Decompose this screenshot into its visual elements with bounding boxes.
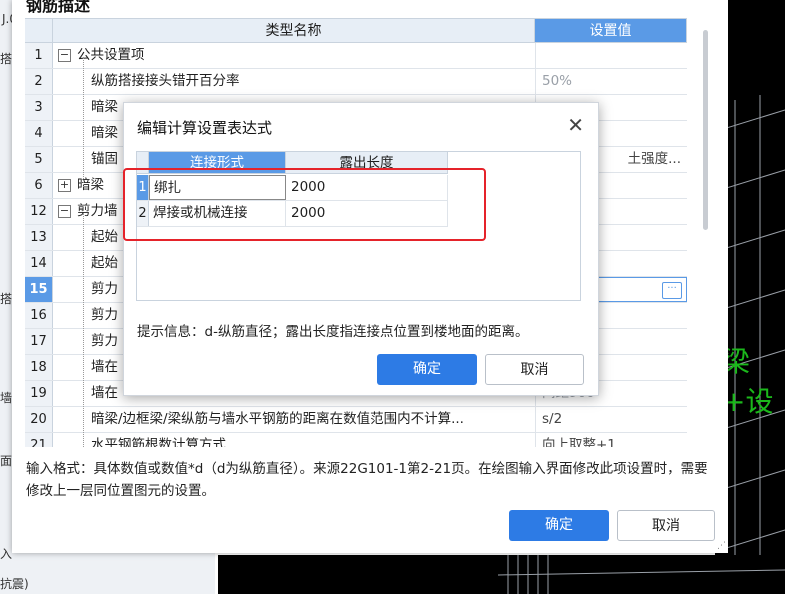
row-number: 12: [25, 199, 53, 224]
collapse-icon[interactable]: −: [58, 205, 71, 218]
input-format-hint: 输入格式：具体数值或数值*d（d为纵筋直径）。来源22G101-1第2-21页。…: [26, 461, 708, 499]
header-type-name: 类型名称: [53, 19, 535, 43]
dialog-cancel-button[interactable]: 取消: [485, 354, 584, 385]
row-number: 6: [25, 173, 53, 198]
resize-grip-icon[interactable]: ⋰: [717, 541, 726, 551]
row-name: 锚固: [91, 151, 118, 167]
row-number: 14: [25, 251, 53, 276]
cad-annotation-text: 梁+设: [722, 345, 774, 418]
row-number: 20: [25, 407, 53, 432]
header-setting-value: 设置值: [535, 19, 687, 43]
expand-icon[interactable]: +: [58, 179, 71, 192]
row-name: 纵筋搭接接头错开百分率: [91, 73, 240, 89]
row-name: 剪力: [91, 333, 118, 349]
row-value[interactable]: 50%: [535, 69, 687, 94]
row-value[interactable]: 向上取整+1: [535, 433, 687, 447]
vertical-scrollbar[interactable]: [703, 30, 708, 230]
table-row[interactable]: 20 暗梁/边框梁/梁纵筋与墙水平钢筋的距离在数值范围内不计算... s/2: [25, 407, 687, 433]
row-name: 暗梁/边框梁/梁纵筋与墙水平钢筋的距离在数值范围内不计算...: [91, 411, 464, 427]
bg-label: 抗震): [0, 577, 29, 591]
dialog-title: 编辑计算设置表达式: [137, 119, 273, 137]
row-number: 4: [25, 121, 53, 146]
row-number: 21: [25, 433, 53, 447]
bg-label: 入: [0, 547, 13, 561]
cad-canvas-bottom: [218, 555, 785, 594]
row-name: 起始: [91, 229, 118, 245]
row-name: 暗梁: [91, 125, 118, 141]
row-name: 墙在: [91, 359, 118, 375]
row-name: 剪力: [91, 307, 118, 323]
row-number: 17: [25, 329, 53, 354]
row-name: 暗梁: [77, 177, 104, 193]
tree-connector: [83, 213, 84, 447]
row-number: 18: [25, 355, 53, 380]
row-value[interactable]: s/2: [535, 407, 687, 432]
row-number: 2: [25, 69, 53, 94]
row-name: 起始: [91, 255, 118, 271]
more-options-button[interactable]: ···: [662, 282, 682, 299]
row-number: 19: [25, 381, 53, 406]
window-title: 钢筋描述: [26, 0, 91, 15]
row-name: 剪力: [91, 281, 118, 297]
tree-connector: [83, 57, 84, 187]
row-name: 水平钢筋根数计算方式: [91, 437, 226, 447]
dialog-ok-button[interactable]: 确定: [377, 354, 477, 385]
edit-expression-dialog: 编辑计算设置表达式 ✕ 连接形式 露出长度 1 绑扎 2000 2 焊接或机械连…: [123, 102, 599, 396]
collapse-icon[interactable]: −: [58, 49, 71, 62]
row-name: 墙在: [91, 385, 118, 401]
table-row[interactable]: 1 − 公共设置项: [25, 43, 687, 69]
table-row[interactable]: 21 水平钢筋根数计算方式 向上取整+1: [25, 433, 687, 447]
cad-grid-lines: [497, 555, 785, 594]
row-number: 15: [25, 277, 53, 302]
row-number: 5: [25, 147, 53, 172]
dialog-hint: 提示信息：d-纵筋直径；露出长度指连接点位置到楼地面的距离。: [137, 324, 529, 340]
row-number: 1: [25, 43, 53, 68]
table-row[interactable]: 2 纵筋搭接接头错开百分率 50%: [25, 69, 687, 95]
highlight-annotation-box: [123, 168, 486, 241]
row-number: 13: [25, 225, 53, 250]
row-name: 暗梁: [91, 99, 118, 115]
cancel-button[interactable]: 取消: [617, 510, 715, 541]
header-number: [25, 19, 53, 43]
row-number: 3: [25, 95, 53, 120]
close-icon[interactable]: ✕: [567, 113, 584, 137]
row-name: 公共设置项: [77, 47, 145, 63]
row-value[interactable]: [535, 43, 687, 68]
row-number: 16: [25, 303, 53, 328]
ok-button[interactable]: 确定: [509, 510, 609, 541]
